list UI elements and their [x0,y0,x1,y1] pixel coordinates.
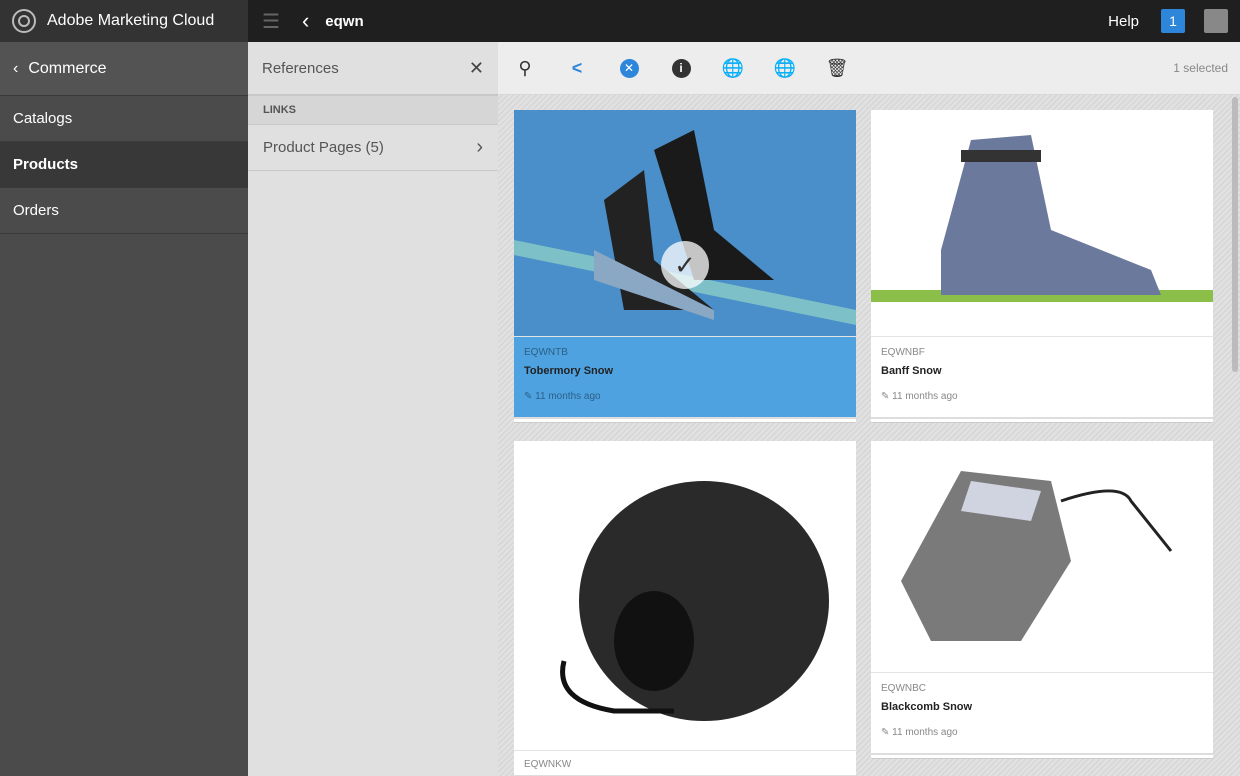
product-pages-link[interactable]: Product Pages (5) › [248,125,498,171]
product-code: EQWNKW [524,759,846,771]
checkmark-icon: ✓ [661,241,709,289]
close-selection-icon[interactable]: ✕ [618,57,640,79]
product-code: EQWNTB [524,347,846,359]
toolbar: ⚲ < ✕ i 🌐 🌐 🗑 1 selected [498,42,1240,95]
product-card[interactable]: EQWNKW [514,441,856,775]
info-icon[interactable]: i [670,57,692,79]
product-image [514,441,856,751]
product-card[interactable]: EQWNBF Banff Snow ✎ 11 months ago [871,110,1213,417]
avatar[interactable] [1204,9,1228,33]
modified-label: 11 months ago [535,391,600,402]
sidebar-item-orders[interactable]: Orders [0,188,248,234]
product-card[interactable]: ✓ EQWNTB Tobermory Snow ✎ 11 months ago [514,110,856,417]
product-image: ✓ [514,110,856,337]
product-code: EQWNBC [881,683,1203,695]
scrollbar[interactable] [1232,97,1238,372]
delete-icon[interactable]: 🗑 [826,57,848,79]
sidebar: ‹ Commerce Catalogs Products Orders [0,42,248,776]
app-title[interactable]: Adobe Marketing Cloud [47,12,214,30]
references-icon[interactable]: < [566,57,588,79]
adobe-logo-icon [12,9,36,33]
app-header: Adobe Marketing Cloud [0,0,248,42]
close-icon[interactable]: ✕ [469,58,484,79]
product-card[interactable]: EQWNBC Blackcomb Snow ✎ 11 months ago [871,441,1213,753]
top-bar: ☰ ‹ eqwn Help 1 [248,0,1240,42]
links-section-header: LINKS [248,96,498,125]
references-panel: References ✕ LINKS Product Pages (5) › [248,42,498,776]
pencil-icon: ✎ [524,391,535,402]
sidebar-back-commerce[interactable]: ‹ Commerce [0,42,248,96]
selection-count: 1 selected [1173,61,1228,75]
chevron-left-icon: ‹ [13,60,18,78]
product-name: Banff Snow [881,365,1203,377]
modified-label: 11 months ago [892,391,957,402]
product-grid: ✓ EQWNTB Tobermory Snow ✎ 11 months ago EQ… [498,95,1240,776]
back-icon[interactable]: ‹ [302,8,309,34]
chevron-right-icon: › [476,136,483,159]
product-image [871,110,1213,337]
breadcrumb: eqwn [325,13,363,30]
modified-time: ✎ 11 months ago [524,391,846,402]
link-label: Product Pages (5) [263,139,384,156]
modified-time: ✎ 11 months ago [881,727,1203,738]
unpublish-icon[interactable]: 🌐 [774,57,796,79]
publish-icon[interactable]: 🌐 [722,57,744,79]
sidebar-back-label: Commerce [28,60,106,78]
search-icon[interactable]: ⚲ [514,57,536,79]
product-name: Tobermory Snow [524,365,846,377]
modified-time: ✎ 11 months ago [881,391,1203,402]
pencil-icon: ✎ [881,391,892,402]
sidebar-item-products[interactable]: Products [0,142,248,188]
menu-icon[interactable]: ☰ [262,9,280,34]
product-code: EQWNBF [881,347,1203,359]
sidebar-item-catalogs[interactable]: Catalogs [0,96,248,142]
product-image [871,441,1213,673]
help-link[interactable]: Help [1108,13,1139,30]
notification-badge[interactable]: 1 [1161,9,1185,33]
pencil-icon: ✎ [881,727,892,738]
product-name: Blackcomb Snow [881,701,1203,713]
modified-label: 11 months ago [892,727,957,738]
references-title: References [262,60,339,77]
